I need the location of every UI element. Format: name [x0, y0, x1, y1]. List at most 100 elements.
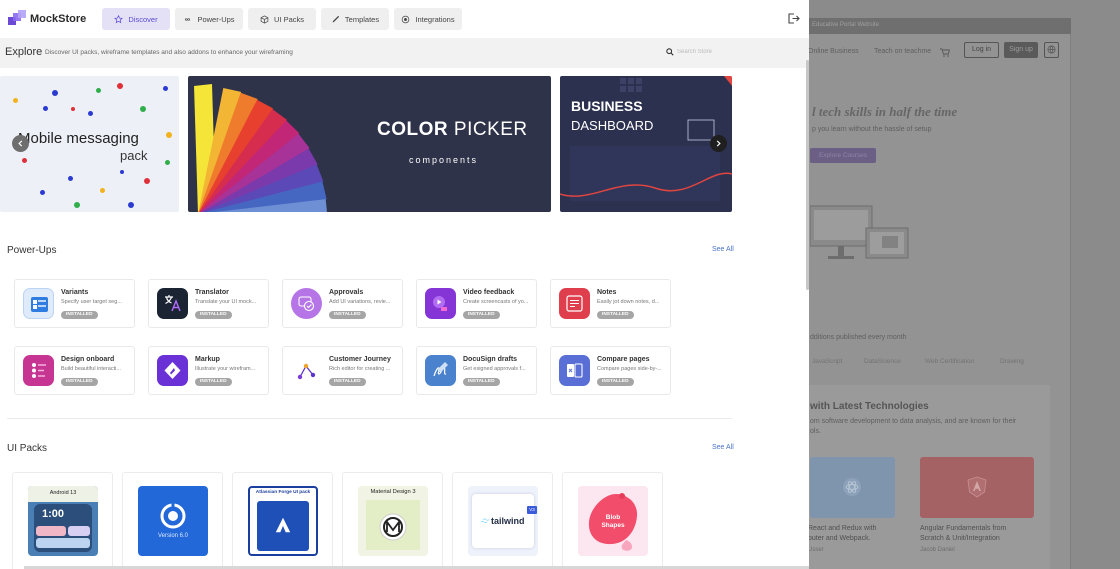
powerup-card-customer-journey[interactable]: Customer Journey Rich editor for creatin… [282, 346, 403, 395]
uipack-card-tailwind[interactable]: tailwind V3 [452, 472, 553, 569]
powerup-name: Design onboard [61, 356, 115, 363]
chevron-left-icon [18, 140, 23, 147]
star-icon [114, 14, 124, 23]
installed-badge: INSTALLED [61, 311, 98, 319]
globe-icon[interactable] [1044, 42, 1059, 58]
infinity-icon [185, 17, 191, 21]
powerup-desc: Illustrate your wirefram... [195, 366, 256, 372]
uipacks-title: UI Packs [7, 443, 48, 454]
course-image[interactable] [810, 457, 895, 518]
cart-icon[interactable] [940, 48, 950, 59]
latest-title: with Latest Technologies [810, 401, 929, 412]
powerup-card-docusign-drafts[interactable]: DocuSign drafts Get esigned approvals f.… [416, 346, 537, 395]
tailwind-thumbnail: tailwind V3 [468, 486, 538, 556]
powerup-card-design-onboard[interactable]: Design onboard Build beautiful interacti… [14, 346, 135, 395]
brush-icon [332, 15, 340, 22]
slide-business-dashboard[interactable]: BUSINESS DASHBOARD [560, 76, 732, 212]
powerup-name: Approvals [329, 289, 364, 296]
explore-description: Discover UI packs, wireframe templates a… [45, 49, 293, 56]
tag[interactable]: Web Certification [925, 358, 974, 365]
installed-badge: INSTALLED [195, 378, 232, 386]
brand-name: MockStore [30, 13, 87, 25]
powerup-card-compare-pages[interactable]: Compare pages Compare pages side-by-... … [550, 346, 671, 395]
docusign-icon [425, 355, 456, 386]
dashboard-illustration [560, 76, 732, 201]
powerup-desc: Specify user target seg... [61, 299, 122, 305]
installed-badge: INSTALLED [329, 378, 366, 386]
slide-title: BUSINESS [571, 98, 643, 114]
slide-subtitle: pack [120, 148, 148, 163]
notes-icon [559, 288, 590, 319]
powerup-name: Customer Journey [329, 356, 391, 363]
markup-icon [157, 355, 188, 386]
nav-item[interactable]: Teach on teachme [874, 48, 931, 55]
uipack-card-version-6[interactable]: Version 6.0 [122, 472, 223, 569]
powerup-desc: Get esigned approvals f... [463, 366, 526, 372]
approvals-icon [291, 288, 322, 319]
powerup-desc: Compare pages side-by-... [597, 366, 662, 372]
powerup-card-notes[interactable]: Notes Easily jot down notes, d... INSTAL… [550, 279, 671, 328]
powerup-desc: Add UI variations, revie... [329, 299, 391, 305]
tab-discover[interactable]: Discover [102, 8, 170, 30]
course-author: Usser [808, 547, 824, 553]
powerup-card-approvals[interactable]: Approvals Add UI variations, revie... IN… [282, 279, 403, 328]
search-input[interactable] [677, 45, 797, 59]
slide-title: DASHBOARD [571, 118, 654, 133]
powerup-desc: Translate your UI mock... [195, 299, 257, 305]
slide-subtitle: components [409, 155, 479, 165]
vertical-scrollbar[interactable] [806, 60, 809, 290]
powerup-card-translator[interactable]: Translator Translate your UI mock... INS… [148, 279, 269, 328]
background-page: Educative Portal Website Online Business… [800, 0, 1120, 569]
explore-bar: Explore Discover UI packs, wireframe tem… [0, 38, 809, 68]
tag[interactable]: DataScience [864, 358, 901, 365]
tag[interactable]: Drawing [1000, 358, 1024, 365]
slide-color-picker[interactable] [188, 76, 551, 212]
tab-ui-packs[interactable]: UI Packs [248, 8, 316, 30]
monitor-illustration [810, 205, 909, 259]
uipacks-see-all-link[interactable]: See All [712, 444, 734, 451]
mockstore-logo-icon [8, 10, 26, 25]
search-icon [666, 48, 674, 56]
course-title: Angular Fundamentals from Scratch & Unit… [920, 525, 1007, 553]
installed-badge: INSTALLED [463, 311, 500, 319]
nav-item[interactable]: Online Business [808, 48, 859, 55]
version-6-thumbnail: Version 6.0 [138, 486, 208, 556]
integration-icon [402, 15, 410, 23]
powerup-card-video-feedback[interactable]: Video feedback Create screencasts of yo.… [416, 279, 537, 328]
uipack-card-blob-shapes[interactable]: Blob Shapes [562, 472, 663, 569]
powerup-desc: Easily jot down notes, d... [597, 299, 660, 305]
carousel-prev-button[interactable] [12, 135, 29, 152]
login-button[interactable]: Log in [964, 42, 999, 58]
course-author: Jacob Daniel [920, 547, 955, 553]
exit-icon[interactable] [787, 12, 800, 25]
powerup-desc: Build beautiful interacti... [61, 366, 121, 372]
explore-courses-button[interactable]: Explore Courses [810, 148, 876, 163]
uipack-card-android-13[interactable]: Android 13 1:00 [12, 472, 113, 569]
section-divider [7, 418, 732, 419]
design-onboard-icon [23, 355, 54, 386]
tab-integrations[interactable]: Integrations [394, 8, 462, 30]
signup-button[interactable]: Sign up [1004, 42, 1038, 58]
uipack-card-material-design-3[interactable]: Material Design 3 [342, 472, 443, 569]
powerups-see-all-link[interactable]: See All [712, 246, 734, 253]
carousel-next-button[interactable] [710, 135, 727, 152]
translator-icon [157, 288, 188, 319]
installed-badge: INSTALLED [463, 378, 500, 386]
tag[interactable]: JavaScript [812, 358, 842, 365]
tab-power-ups[interactable]: Power-Ups [175, 8, 243, 30]
powerup-name: Video feedback [463, 289, 515, 296]
background-banner: Educative Portal Website [800, 18, 1071, 34]
powerup-card-variants[interactable]: Variants Specify user target seg... INST… [14, 279, 135, 328]
powerup-desc: Create screencasts of yo... [463, 299, 529, 305]
powerup-name: Notes [597, 289, 617, 296]
powerup-card-markup[interactable]: Markup Illustrate your wirefram... INSTA… [148, 346, 269, 395]
uipack-card-atlassian-forge[interactable]: Atlassian Forge UI pack [232, 472, 333, 569]
powerup-name: Compare pages [597, 356, 650, 363]
course-image[interactable] [920, 457, 1034, 518]
tab-templates[interactable]: Templates [321, 8, 389, 30]
powerup-name: Variants [61, 289, 89, 296]
variants-icon [23, 288, 54, 319]
store-header: MockStore Discover Power-Ups UI Packs Te… [0, 0, 809, 38]
hero-title: l tech skills in half the time [812, 104, 958, 119]
slide-title: COLOR PICKER [377, 119, 528, 140]
